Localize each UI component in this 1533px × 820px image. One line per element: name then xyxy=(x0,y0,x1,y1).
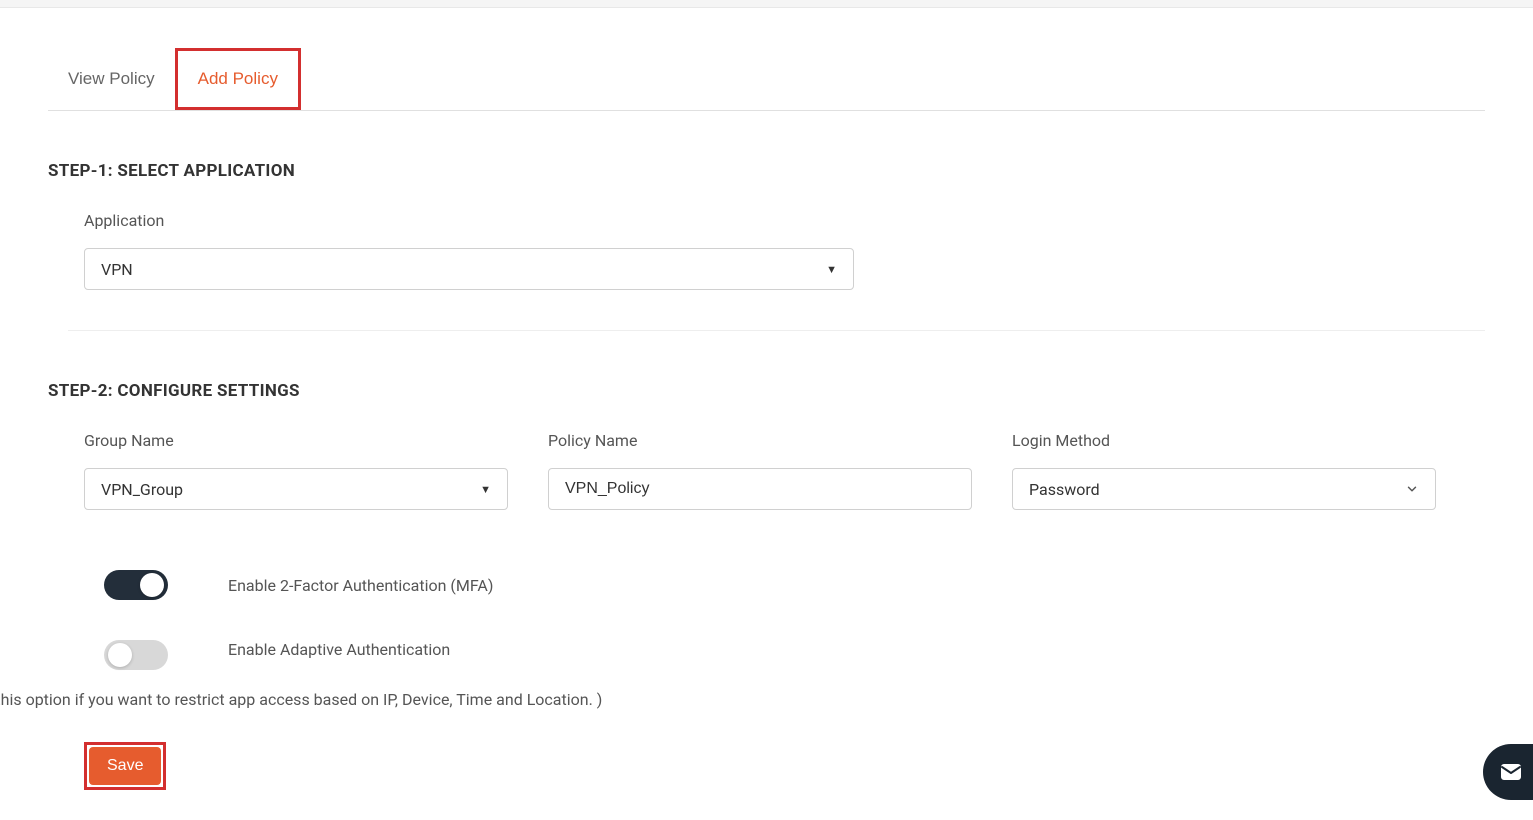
save-button[interactable]: Save xyxy=(89,747,161,785)
envelope-icon xyxy=(1499,760,1523,784)
chevron-down-icon xyxy=(1405,482,1419,496)
login-method-select[interactable]: Password xyxy=(1012,468,1436,510)
chat-widget-button[interactable] xyxy=(1483,744,1533,800)
group-name-value: VPN_Group xyxy=(101,480,183,499)
toggle-knob xyxy=(108,643,132,667)
application-value: VPN xyxy=(101,260,133,279)
toggle-section: Enable 2-Factor Authentication (MFA) Ena… xyxy=(84,570,1485,712)
adaptive-text-block: Enable Adaptive Authentication xyxy=(228,640,1485,659)
policy-name-input[interactable] xyxy=(548,468,972,510)
policy-name-column: Policy Name xyxy=(548,431,972,510)
step2-title: STEP-2: CONFIGURE SETTINGS xyxy=(48,381,1485,401)
group-name-column: Group Name VPN_Group ▼ xyxy=(84,431,508,510)
tab-view-policy[interactable]: View Policy xyxy=(48,48,175,110)
save-button-highlight: Save xyxy=(84,742,166,790)
dropdown-arrow-icon: ▼ xyxy=(826,263,837,276)
mfa-toggle[interactable] xyxy=(104,570,168,600)
login-method-label: Login Method xyxy=(1012,431,1436,450)
tabs-container: View Policy Add Policy xyxy=(48,48,1485,111)
dropdown-arrow-icon: ▼ xyxy=(480,483,491,496)
group-name-label: Group Name xyxy=(84,431,508,450)
mfa-toggle-row: Enable 2-Factor Authentication (MFA) xyxy=(84,570,1485,600)
login-method-column: Login Method Password xyxy=(1012,431,1436,510)
top-divider xyxy=(0,0,1533,8)
policy-name-label: Policy Name xyxy=(548,431,972,450)
login-method-value: Password xyxy=(1029,480,1100,499)
step1-title: STEP-1: SELECT APPLICATION xyxy=(48,161,1485,181)
toggle-knob xyxy=(140,573,164,597)
step2-form: Group Name VPN_Group ▼ Policy Name Login… xyxy=(84,431,1485,510)
adaptive-toggle-row: Enable Adaptive Authentication xyxy=(84,640,1485,670)
adaptive-description: ( Enable this option if you want to rest… xyxy=(0,688,1485,712)
section-divider xyxy=(68,330,1485,331)
tab-add-policy[interactable]: Add Policy xyxy=(175,48,301,110)
step1-form: Application VPN ▼ xyxy=(84,211,1485,290)
application-label: Application xyxy=(84,211,1485,230)
adaptive-toggle-label: Enable Adaptive Authentication xyxy=(228,640,450,659)
mfa-toggle-label: Enable 2-Factor Authentication (MFA) xyxy=(228,576,493,595)
adaptive-toggle[interactable] xyxy=(104,640,168,670)
application-select[interactable]: VPN ▼ xyxy=(84,248,854,290)
group-name-select[interactable]: VPN_Group ▼ xyxy=(84,468,508,510)
